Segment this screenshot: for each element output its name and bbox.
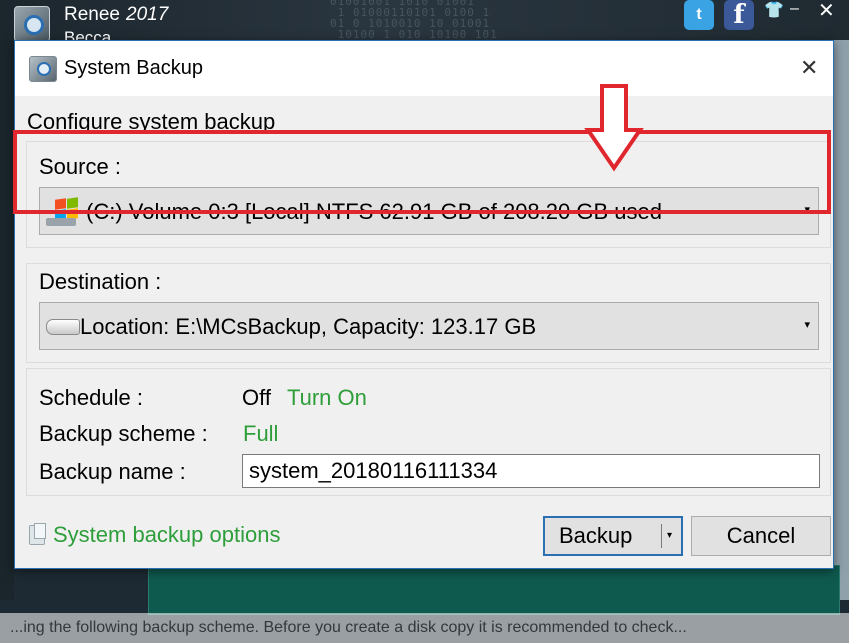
backup-scheme-label: Backup scheme : (39, 421, 208, 446)
dialog-close-button[interactable]: ✕ (800, 55, 818, 81)
backup-name-label: Backup name : (39, 459, 186, 484)
app-name-text: Renee (64, 4, 120, 25)
system-backup-options-link[interactable]: System backup options (53, 522, 280, 548)
minimize-button[interactable]: – (790, 0, 799, 18)
backup-scheme-link[interactable]: Full (243, 421, 278, 447)
source-highlight-box (13, 130, 831, 214)
app-year: 2017 (126, 4, 169, 25)
destination-value: Location: E:\MCsBackup, Capacity: 123.17… (80, 314, 537, 339)
app-description-text: ...ing the following backup scheme. Befo… (0, 613, 849, 643)
backup-dropdown-icon[interactable]: ▾ (667, 518, 672, 554)
backup-button[interactable]: Backup ▾ (543, 516, 683, 556)
options-icon (29, 523, 46, 545)
turn-on-link[interactable]: Turn On (287, 385, 367, 411)
twitter-icon[interactable]: t (684, 0, 714, 30)
app-header: 01001001 1010 01001 1 01000110101 0100 1… (0, 0, 849, 40)
app-logo-icon (14, 6, 50, 40)
destination-dropdown[interactable]: Location: E:\MCsBackup, Capacity: 123.17… (39, 302, 819, 350)
backup-app-icon (29, 56, 57, 82)
skin-icon[interactable]: 👕 (764, 0, 784, 20)
hard-drive-icon (46, 319, 80, 335)
app-name: Renee 2017 (64, 4, 168, 26)
chevron-down-icon: ▾ (804, 319, 810, 331)
schedule-label: Schedule : (39, 385, 143, 410)
backup-name-input[interactable] (242, 454, 820, 488)
app-right-edge (834, 40, 849, 600)
cancel-button[interactable]: Cancel (691, 516, 831, 556)
app-panel (148, 565, 840, 615)
app-subtitle: Becca (64, 28, 112, 40)
backup-button-label: Backup (559, 523, 633, 548)
dialog-titlebar: System Backup ✕ (15, 41, 833, 96)
facebook-icon[interactable]: f (724, 0, 754, 30)
dialog-title: System Backup (64, 57, 203, 79)
app-sidebar-edge (0, 40, 14, 600)
app-close-button[interactable]: ✕ (818, 0, 835, 23)
system-backup-dialog: System Backup ✕ Configure system backup … (14, 40, 834, 569)
schedule-value: Off (242, 385, 271, 410)
destination-label: Destination : (39, 269, 162, 294)
red-arrow-icon (584, 84, 644, 172)
